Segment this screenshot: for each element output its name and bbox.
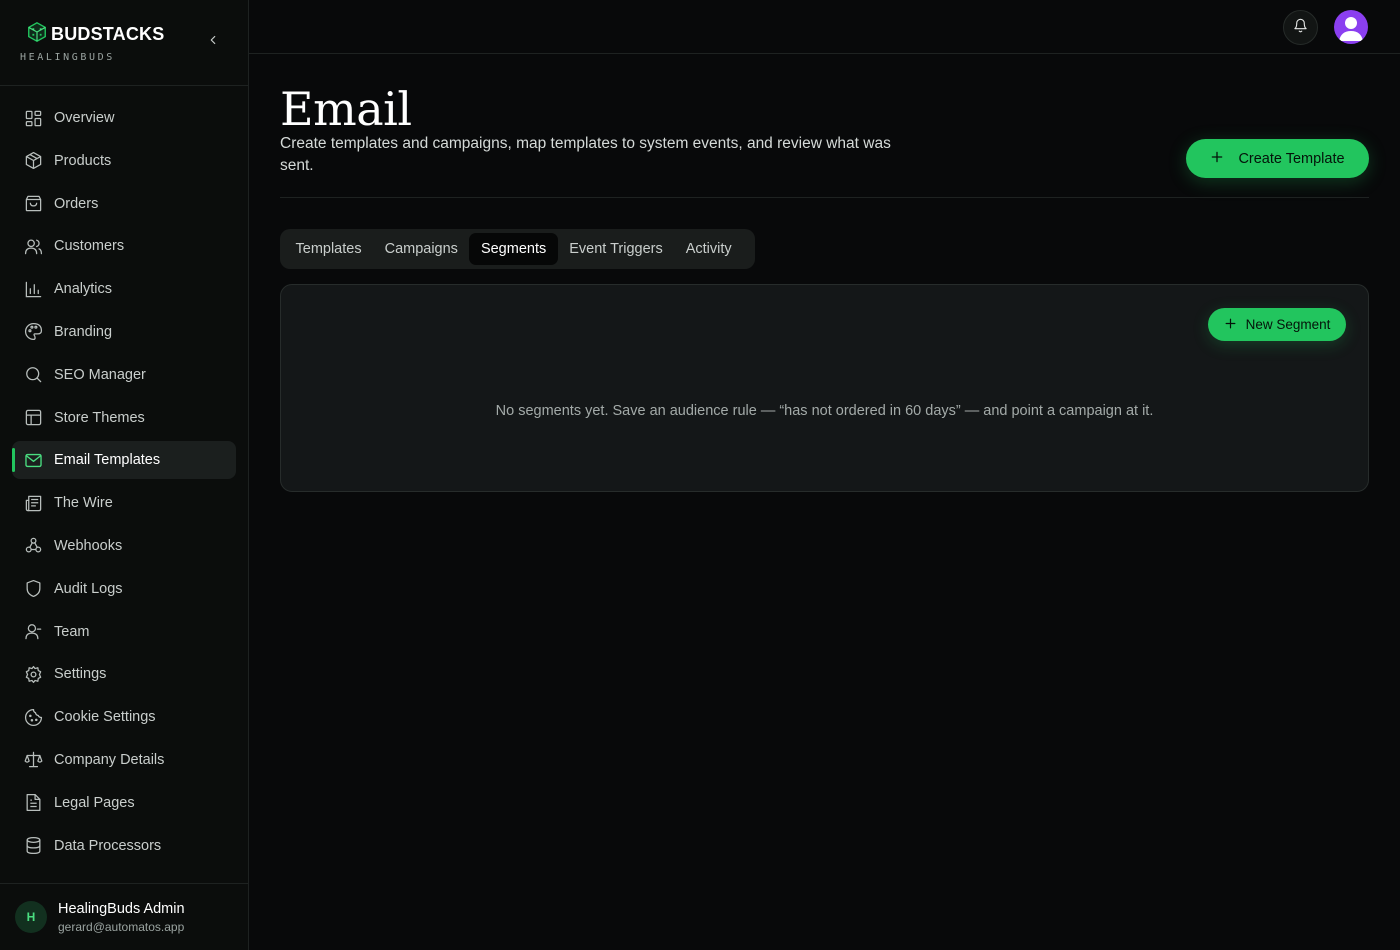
sidebar-item-store-themes[interactable]: Store Themes — [12, 399, 236, 437]
sidebar-item-label: Company Details — [54, 751, 165, 768]
sidebar-item-label: Team — [54, 623, 90, 640]
notifications-button[interactable] — [1283, 10, 1318, 45]
user-avatar-icon — [1334, 17, 1368, 44]
sidebar-item-label: The Wire — [54, 495, 113, 512]
new-segment-label: New Segment — [1245, 317, 1331, 332]
plus-icon — [1224, 317, 1237, 333]
package-icon — [24, 151, 43, 170]
email-tabs: Templates Campaigns Segments Event Trigg… — [280, 229, 755, 269]
tab-campaigns[interactable]: Campaigns — [373, 233, 469, 265]
webhook-icon — [24, 536, 43, 555]
sidebar-item-overview[interactable]: Overview — [12, 99, 236, 137]
sidebar: BUDSTACKS HEALINGBUDS Overview Products … — [0, 0, 249, 950]
sidebar-item-label: Store Themes — [54, 409, 145, 426]
sidebar-item-products[interactable]: Products — [12, 142, 236, 180]
sidebar-item-label: Analytics — [54, 281, 113, 298]
tab-event-triggers[interactable]: Event Triggers — [558, 233, 675, 265]
sidebar-item-email-templates[interactable]: Email Templates — [12, 441, 236, 480]
sidebar-item-label: Legal Pages — [54, 794, 135, 811]
sidebar-item-label: Cookie Settings — [54, 709, 156, 726]
brand-header: BUDSTACKS HEALINGBUDS — [0, 0, 248, 86]
avatar: H — [15, 901, 47, 933]
segments-panel: New Segment No segments yet. Save an aud… — [280, 284, 1369, 492]
scale-icon — [24, 750, 43, 769]
empty-state-message: No segments yet. Save an audience rule —… — [495, 403, 1154, 419]
sidebar-item-label: Overview — [54, 110, 115, 126]
sidebar-item-company-details[interactable]: Company Details — [12, 741, 236, 779]
sidebar-item-label: Webhooks — [54, 537, 123, 554]
sidebar-nav: Overview Products Orders Customers Analy… — [0, 99, 248, 869]
sidebar-item-label: Data Processors — [54, 837, 162, 854]
sidebar-item-customers[interactable]: Customers — [12, 227, 236, 265]
collapse-sidebar-button[interactable] — [203, 32, 223, 52]
chevron-left-icon — [206, 33, 220, 52]
user-icon — [24, 622, 43, 641]
newspaper-icon — [24, 494, 43, 513]
user-profile[interactable]: H HealingBuds Admin gerard@automatos.app — [0, 883, 248, 950]
tab-segments[interactable]: Segments — [469, 233, 558, 265]
profile-menu-button[interactable] — [1334, 10, 1368, 44]
new-segment-button[interactable]: New Segment — [1208, 308, 1346, 341]
tab-activity[interactable]: Activity — [674, 233, 743, 265]
sidebar-item-label: Email Templates — [54, 452, 161, 469]
create-template-label: Create Template — [1238, 150, 1345, 167]
search-icon — [24, 365, 43, 384]
shopping-bag-icon — [24, 194, 43, 213]
user-name: HealingBuds Admin — [58, 901, 185, 917]
header-divider — [280, 197, 1369, 198]
gear-icon — [24, 665, 43, 684]
brand-subtitle: HEALINGBUDS — [20, 52, 115, 63]
tab-templates[interactable]: Templates — [284, 233, 373, 265]
sidebar-item-legal-pages[interactable]: Legal Pages — [12, 784, 236, 822]
bar-chart-icon — [24, 280, 43, 299]
plus-icon — [1210, 150, 1224, 168]
palette-icon — [24, 322, 43, 341]
sidebar-item-team[interactable]: Team — [12, 613, 236, 651]
file-text-icon — [24, 793, 43, 812]
sidebar-item-label: Customers — [54, 238, 125, 255]
sidebar-item-seo-manager[interactable]: SEO Manager — [12, 356, 236, 394]
sidebar-item-cookie-settings[interactable]: Cookie Settings — [12, 698, 236, 736]
sidebar-item-label: Settings — [54, 666, 107, 683]
sidebar-item-audit-logs[interactable]: Audit Logs — [12, 570, 236, 608]
top-bar — [249, 0, 1400, 54]
bell-icon — [1293, 18, 1308, 38]
sidebar-item-label: Products — [54, 152, 112, 169]
page-description: Create templates and campaigns, map temp… — [280, 135, 891, 174]
page-title: Email — [280, 82, 412, 136]
grid-icon — [24, 109, 43, 128]
sidebar-item-label: Audit Logs — [54, 580, 123, 597]
create-template-button[interactable]: Create Template — [1186, 139, 1369, 178]
layout-icon — [24, 408, 43, 427]
sidebar-item-label: Orders — [54, 195, 99, 212]
cookie-icon — [24, 708, 43, 727]
sidebar-item-analytics[interactable]: Analytics — [12, 270, 236, 308]
sidebar-item-settings[interactable]: Settings — [12, 655, 236, 693]
database-icon — [24, 836, 43, 855]
brand-logo[interactable]: BUDSTACKS — [26, 21, 164, 48]
sidebar-item-label: Branding — [54, 323, 113, 340]
sidebar-item-data-processors[interactable]: Data Processors — [12, 827, 236, 865]
user-email: gerard@automatos.app — [58, 920, 185, 934]
users-icon — [24, 237, 43, 256]
sidebar-item-webhooks[interactable]: Webhooks — [12, 527, 236, 565]
shield-icon — [24, 579, 43, 598]
sidebar-item-label: SEO Manager — [54, 366, 146, 383]
brand-name: BUDSTACKS — [51, 24, 165, 44]
sidebar-item-the-wire[interactable]: The Wire — [12, 484, 236, 522]
sidebar-item-branding[interactable]: Branding — [12, 313, 236, 351]
mail-icon — [24, 451, 43, 470]
sidebar-item-orders[interactable]: Orders — [12, 185, 236, 223]
cube-logo-icon — [26, 21, 48, 48]
